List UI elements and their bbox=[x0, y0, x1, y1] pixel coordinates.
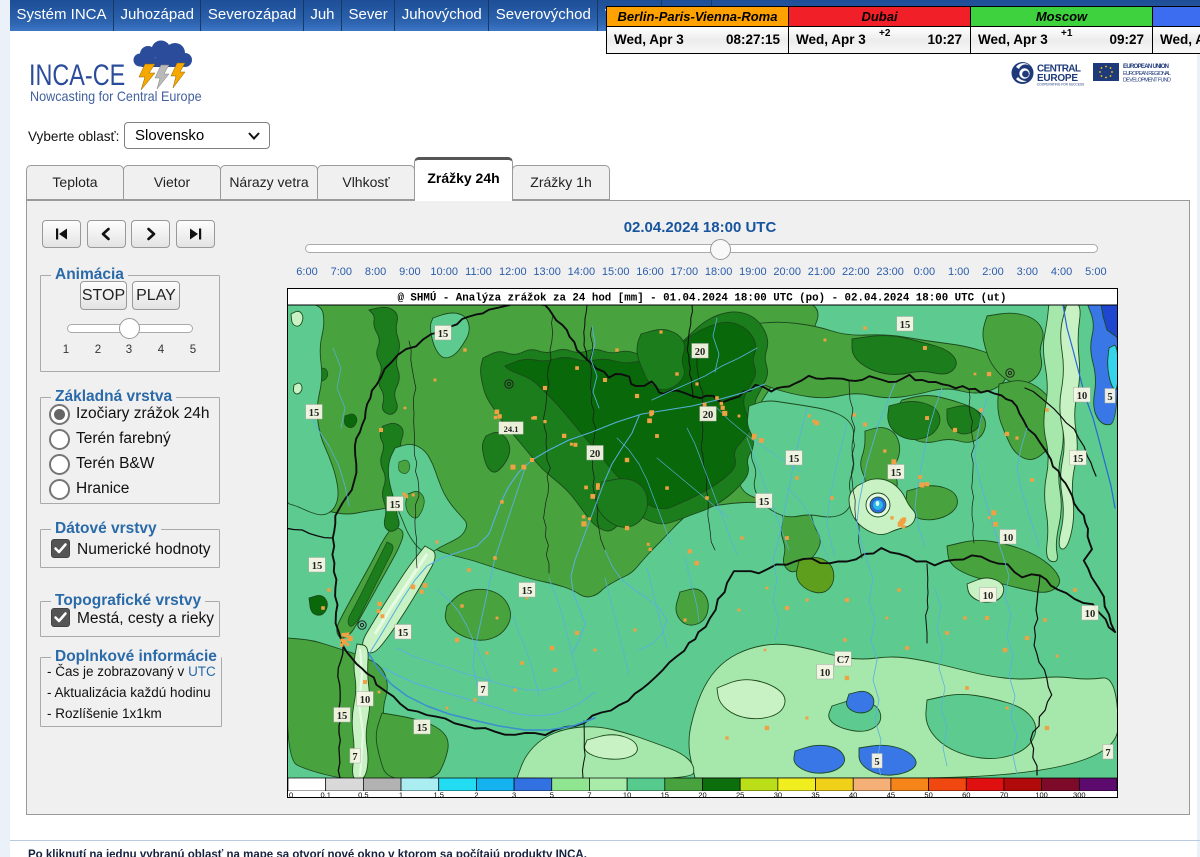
svg-text:70: 70 bbox=[1000, 791, 1008, 799]
svg-text:15: 15 bbox=[438, 329, 449, 340]
svg-text:10: 10 bbox=[1085, 609, 1096, 620]
svg-text:EUROPEAN REGIONAL: EUROPEAN REGIONAL bbox=[1123, 71, 1171, 77]
svg-text:20: 20 bbox=[695, 347, 706, 358]
svg-text:15: 15 bbox=[522, 586, 533, 597]
svg-text:7: 7 bbox=[480, 685, 485, 696]
svg-text:30: 30 bbox=[774, 791, 782, 799]
svg-text:50: 50 bbox=[924, 791, 932, 799]
svg-text:60: 60 bbox=[962, 791, 970, 799]
svg-text:1: 1 bbox=[399, 791, 403, 799]
svg-text:300: 300 bbox=[1073, 791, 1086, 799]
svg-text:15: 15 bbox=[789, 454, 800, 465]
svg-text:15: 15 bbox=[312, 561, 323, 572]
svg-text:15: 15 bbox=[337, 711, 348, 722]
svg-text:7: 7 bbox=[587, 791, 591, 799]
svg-text:15: 15 bbox=[309, 408, 320, 419]
svg-text:15: 15 bbox=[390, 500, 401, 511]
svg-text:0: 0 bbox=[289, 791, 293, 799]
svg-text:20: 20 bbox=[590, 449, 601, 460]
svg-text:2: 2 bbox=[474, 791, 478, 799]
svg-text:15: 15 bbox=[891, 468, 902, 479]
svg-text:1.5: 1.5 bbox=[433, 791, 443, 799]
svg-text:@ SHMÚ - Analýza zrážok za 24: @ SHMÚ - Analýza zrážok za 24 hod [mm] -… bbox=[397, 291, 1006, 305]
svg-text:10: 10 bbox=[983, 591, 994, 602]
svg-text:5: 5 bbox=[550, 791, 554, 799]
svg-text:40: 40 bbox=[849, 791, 857, 799]
svg-text:24.1: 24.1 bbox=[504, 424, 519, 434]
svg-text:25: 25 bbox=[736, 791, 744, 799]
svg-text:10: 10 bbox=[623, 791, 631, 799]
svg-text:10: 10 bbox=[1077, 391, 1088, 402]
svg-text:5: 5 bbox=[1107, 392, 1112, 403]
svg-text:COOPERATING FOR SUCCESS: COOPERATING FOR SUCCESS bbox=[1037, 83, 1084, 87]
svg-text:5: 5 bbox=[874, 757, 879, 768]
svg-text:100: 100 bbox=[1035, 791, 1048, 799]
svg-text:3: 3 bbox=[512, 791, 516, 799]
svg-text:10: 10 bbox=[820, 668, 831, 679]
svg-text:20: 20 bbox=[698, 791, 706, 799]
svg-text:0.5: 0.5 bbox=[358, 791, 368, 799]
svg-text:15: 15 bbox=[417, 723, 428, 734]
svg-text:EUROPEAN UNION: EUROPEAN UNION bbox=[1123, 64, 1169, 70]
svg-text:10: 10 bbox=[1003, 533, 1014, 544]
svg-text:15: 15 bbox=[661, 791, 669, 799]
svg-text:C7: C7 bbox=[837, 655, 850, 666]
svg-text:7: 7 bbox=[1105, 748, 1110, 759]
svg-text:15: 15 bbox=[900, 320, 911, 331]
svg-text:7: 7 bbox=[352, 752, 357, 763]
svg-text:15: 15 bbox=[398, 628, 409, 639]
svg-text:DEVELOPMENT FUND: DEVELOPMENT FUND bbox=[1123, 78, 1171, 84]
svg-text:0.1: 0.1 bbox=[320, 791, 330, 799]
svg-text:35: 35 bbox=[811, 791, 819, 799]
svg-text:45: 45 bbox=[887, 791, 895, 799]
svg-text:15: 15 bbox=[759, 497, 770, 508]
svg-text:15: 15 bbox=[1073, 454, 1084, 465]
svg-text:10: 10 bbox=[360, 695, 371, 706]
svg-text:20: 20 bbox=[703, 410, 714, 421]
